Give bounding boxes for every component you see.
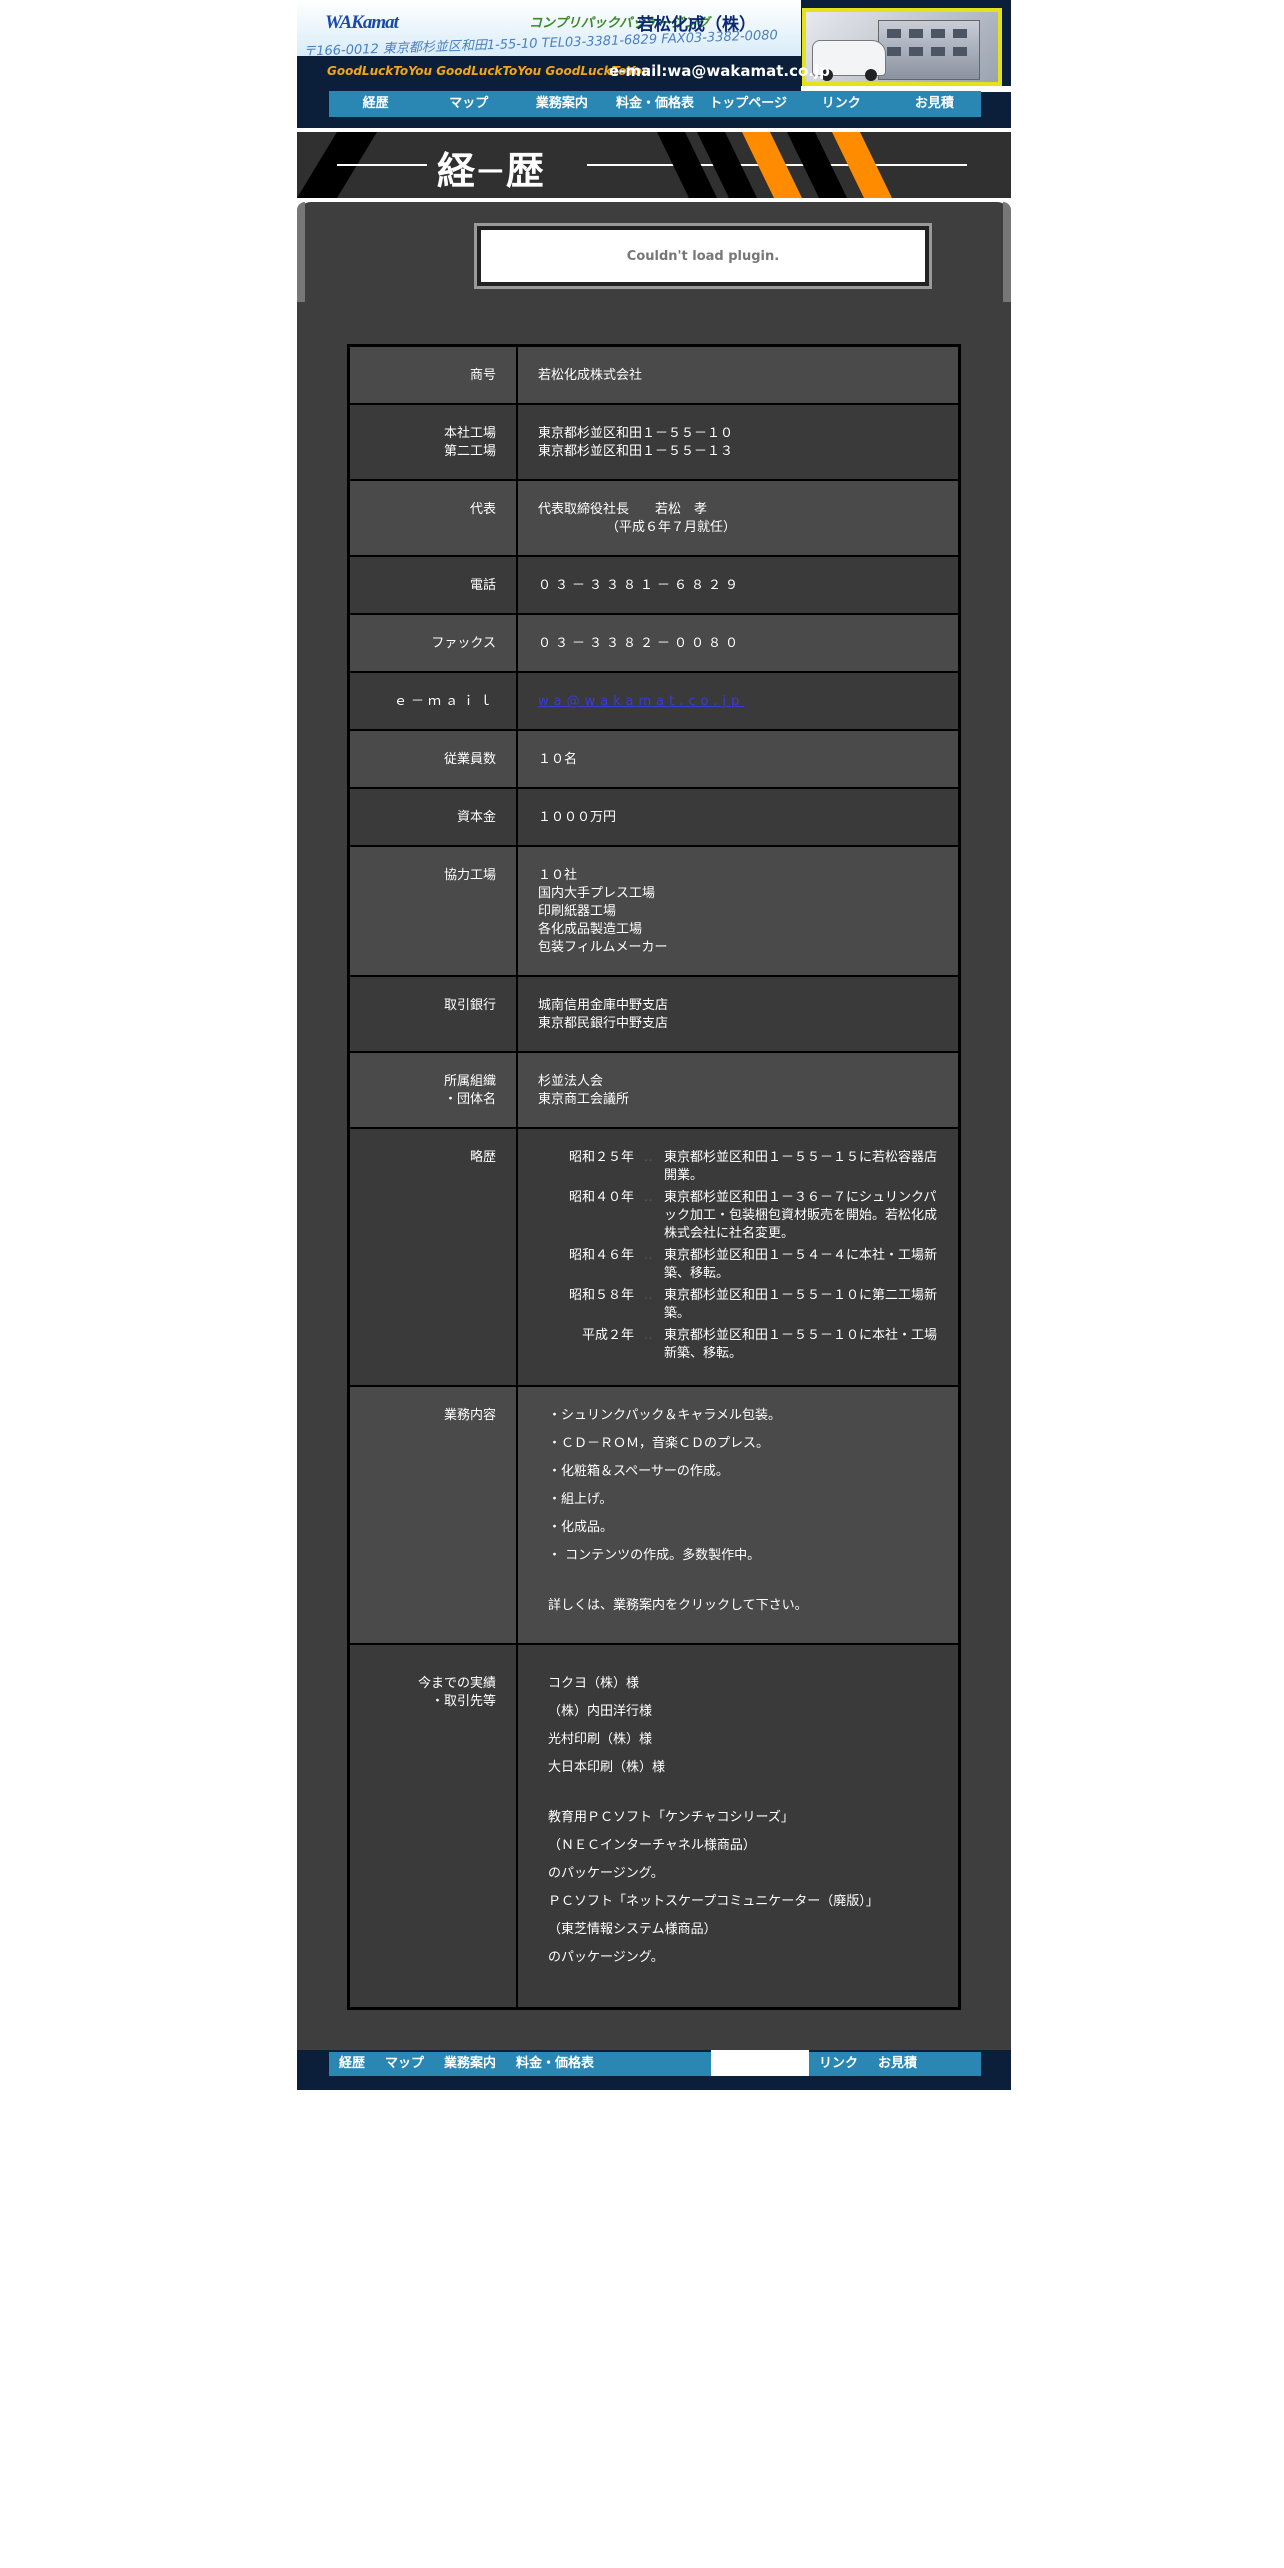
table-row: ファックス ０３－３３８２－００８０: [347, 613, 961, 673]
history-list: 昭和２５年 ‥ 東京都杉並区和田１－５５－１５に若松容器店開業。 昭和４０年 ‥ 東…: [516, 1127, 961, 1387]
row-value: 若松化成株式会社: [516, 344, 961, 405]
row-value: wa@wakamat.co.jp: [516, 671, 961, 731]
row-value: 東京都杉並区和田１－５５－１０ 東京都杉並区和田１－５５－１３: [516, 403, 961, 481]
site-header: WAKamat コンプリパックパッケージング 若松化成（株） 〒166-0012…: [297, 0, 1011, 128]
footer-nav-estimate[interactable]: お見積: [868, 2052, 927, 2076]
footer-nav-links[interactable]: リンク: [809, 2052, 868, 2076]
row-value: 代表取締役社長 若松 孝 （平成６年７月就任）: [516, 479, 961, 557]
company-info-table: 商号 若松化成株式会社 本社工場 第二工場 東京都杉並区和田１－５５－１０ 東京…: [347, 344, 961, 2010]
history-item: 平成２年 ‥ 東京都杉並区和田１－５５－１０に本社・工場新築、移転。: [581, 1328, 938, 1361]
row-value: １０００万円: [516, 787, 961, 847]
plugin-placeholder[interactable]: Couldn't load plugin.: [477, 226, 929, 286]
building-image: [878, 20, 980, 80]
table-row: 今までの実績 ・取引先等 コクヨ（株）様 （株）内田洋行様 光村印刷（株）様 大…: [347, 1643, 961, 2010]
row-label: 取引銀行: [347, 975, 518, 1053]
table-row: 資本金 １０００万円: [347, 787, 961, 847]
table-row: 略歴 昭和２５年 ‥ 東京都杉並区和田１－５５－１５に若松容器店開業。 昭和４０年…: [347, 1127, 961, 1387]
content-panel: Couldn't load plugin. 商号 若松化成株式会社 本社工場 第…: [297, 202, 1011, 2050]
nav-top-page[interactable]: トップページ: [702, 91, 795, 117]
row-label: 本社工場 第二工場: [347, 403, 518, 481]
row-label: 協力工場: [347, 845, 518, 977]
table-row: 代表 代表取締役社長 若松 孝 （平成６年７月就任）: [347, 479, 961, 557]
footer-nav-left: 経歴 マップ 業務案内 料金・価格表: [329, 2052, 711, 2076]
history-item: 昭和５８年 ‥ 東京都杉並区和田１－５５－１０に第二工場新築。: [568, 1288, 938, 1321]
title-banner: 経─歴: [297, 132, 1011, 202]
footer-nav-right: リンク お見積: [809, 2052, 981, 2076]
plugin-message: Couldn't load plugin.: [626, 248, 780, 264]
history-item: 昭和４６年 ‥ 東京都杉並区和田１－５４－４に本社・工場新築、移転。: [568, 1248, 938, 1281]
row-label: 資本金: [347, 787, 518, 847]
table-row: 電話 ０３－３３８１－６８２９: [347, 555, 961, 615]
nav-business[interactable]: 業務案内: [515, 91, 608, 117]
nav-map[interactable]: マップ: [422, 91, 515, 117]
table-row: 協力工場 １０社 国内大手プレス工場 印刷紙器工場 各化成品製造工場 包装フィル…: [347, 845, 961, 977]
row-value: １０社 国内大手プレス工場 印刷紙器工場 各化成品製造工場 包装フィルムメーカー: [516, 845, 961, 977]
email-link[interactable]: wa@wakamat.co.jp: [538, 694, 744, 709]
nav-estimate[interactable]: お見積: [888, 91, 981, 117]
table-row: 所属組織 ・団体名 杉並法人会 東京商工会議所: [347, 1051, 961, 1129]
row-label: ファックス: [347, 613, 518, 673]
table-row: 商号 若松化成株式会社: [347, 344, 961, 405]
site-logo[interactable]: WAKamat: [325, 12, 399, 34]
business-list: ・シュリンクパック＆キャラメル包装。 ・ＣＤ－ＲＯＭ，音楽ＣＤのプレス。 ・化粧…: [516, 1385, 961, 1645]
header-email[interactable]: e-mail:wa@wakamat.co.jp: [609, 62, 830, 80]
company-photo: [802, 8, 1002, 86]
footer-nav-business[interactable]: 業務案内: [434, 2052, 506, 2076]
footer-nav-pricing[interactable]: 料金・価格表: [506, 2052, 604, 2076]
table-row: ｅ－ｍａｉｌ wa@wakamat.co.jp: [347, 671, 961, 731]
row-label: 代表: [347, 479, 518, 557]
page-wrapper: WAKamat コンプリパックパッケージング 若松化成（株） 〒166-0012…: [297, 0, 1011, 2090]
slogan: GoodLuckToYou GoodLuckToYou GoodLuckToYo…: [327, 64, 651, 78]
table-row: 業務内容 ・シュリンクパック＆キャラメル包装。 ・ＣＤ－ＲＯＭ，音楽ＣＤのプレス…: [347, 1385, 961, 1645]
row-value: 杉並法人会 東京商工会議所: [516, 1051, 961, 1129]
history-item: 昭和２５年 ‥ 東京都杉並区和田１－５５－１５に若松容器店開業。: [568, 1150, 938, 1183]
history-item: 昭和４０年 ‥ 東京都杉並区和田１－３６－７にシュリンクパック加工・包装梱包資材販…: [568, 1190, 938, 1241]
nav-pricing[interactable]: 料金・価格表: [608, 91, 701, 117]
row-label: 電話: [347, 555, 518, 615]
nav-history[interactable]: 経歴: [329, 91, 422, 117]
row-label: 従業員数: [347, 729, 518, 789]
footer-nav: 経歴 マップ 業務案内 料金・価格表 リンク お見積: [297, 2050, 1011, 2090]
clients-list: コクヨ（株）様 （株）内田洋行様 光村印刷（株）様 大日本印刷（株）様 教育用Ｐ…: [516, 1643, 961, 2010]
fax-value: ０３－３３８２－００８０: [516, 613, 961, 673]
footer-nav-history[interactable]: 経歴: [329, 2052, 375, 2076]
row-value: １０名: [516, 729, 961, 789]
table-row: 取引銀行 城南信用金庫中野支店 東京都民銀行中野支店: [347, 975, 961, 1053]
row-label: 所属組織 ・団体名: [347, 1051, 518, 1129]
header-banner: WAKamat コンプリパックパッケージング 若松化成（株） 〒166-0012…: [297, 0, 801, 60]
row-label: 今までの実績 ・取引先等: [347, 1643, 518, 2010]
row-label: 商号: [347, 344, 518, 405]
main-nav: 経歴 マップ 業務案内 料金・価格表 トップページ リンク お見積: [329, 91, 981, 117]
row-label: 業務内容: [347, 1385, 518, 1645]
table-row: 本社工場 第二工場 東京都杉並区和田１－５５－１０ 東京都杉並区和田１－５５－１…: [347, 403, 961, 481]
row-label: ｅ－ｍａｉｌ: [347, 671, 518, 731]
nav-links[interactable]: リンク: [795, 91, 888, 117]
tel-value: ０３－３３８１－６８２９: [516, 555, 961, 615]
row-value: 城南信用金庫中野支店 東京都民銀行中野支店: [516, 975, 961, 1053]
row-label: 略歴: [347, 1127, 518, 1387]
footer-nav-map[interactable]: マップ: [375, 2052, 434, 2076]
page-title: 経─歴: [437, 149, 548, 193]
table-row: 従業員数 １０名: [347, 729, 961, 789]
